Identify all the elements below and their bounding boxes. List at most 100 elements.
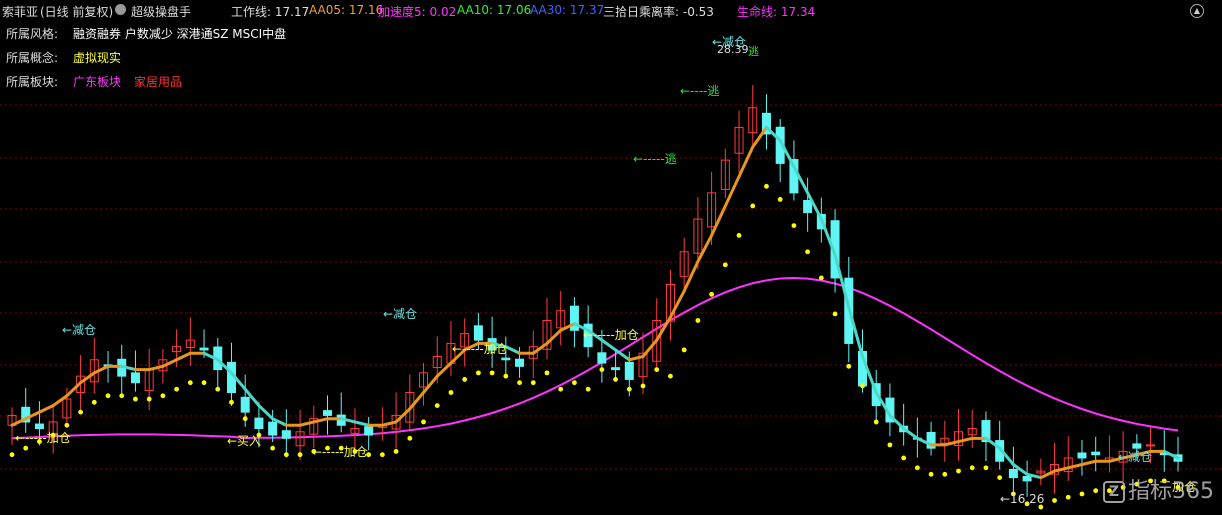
work-line-segment	[353, 420, 371, 427]
work-line-segment	[147, 364, 165, 372]
support-dot	[174, 386, 180, 392]
support-dot	[997, 475, 1003, 480]
support-dot	[585, 386, 591, 392]
support-dot	[860, 383, 865, 389]
candle-body	[803, 200, 813, 213]
support-dot	[1079, 491, 1085, 497]
work-line-segment	[902, 427, 919, 440]
support-dot	[421, 419, 426, 425]
work-line-segment	[79, 371, 96, 385]
annotation-escape: ←----逃	[680, 84, 720, 98]
work-line-segment	[298, 420, 316, 427]
period-label[interactable]: (日线 前复权)	[40, 3, 113, 20]
candle-body	[611, 367, 621, 371]
work-line-segment	[175, 351, 192, 362]
support-dot	[832, 311, 838, 317]
indicator-name[interactable]: 超级操盘手	[131, 3, 191, 20]
work-line-segment	[37, 404, 55, 414]
support-dot	[91, 399, 97, 405]
annotation-add: ←-----加仓	[312, 445, 368, 459]
support-dot	[750, 203, 756, 209]
support-dot	[133, 396, 138, 402]
annotation-add: ←-----加仓	[15, 431, 71, 445]
work-line-segment	[422, 374, 439, 395]
support-dot	[517, 380, 522, 386]
support-dot	[654, 367, 660, 372]
support-dot	[764, 183, 769, 189]
support-dot	[270, 445, 276, 451]
candle-body	[281, 430, 291, 439]
header-item-life-line: 生命线: 17.34	[737, 5, 816, 19]
support-dot	[23, 445, 29, 451]
info-label: 所属板块:	[6, 75, 59, 89]
support-dot	[914, 465, 920, 471]
work-line-segment	[627, 355, 645, 362]
support-dot	[379, 452, 385, 458]
support-dot	[544, 370, 550, 376]
support-dot	[640, 383, 646, 389]
support-dot	[434, 403, 440, 408]
info-value[interactable]: 融资融券 户数减少 深港通SZ MSCI中盘	[73, 25, 286, 42]
candle-body	[624, 361, 634, 380]
candle-body	[34, 423, 44, 430]
candle-body	[473, 325, 483, 341]
support-dot	[229, 399, 234, 405]
support-dot	[530, 380, 536, 386]
life-line	[11, 276, 1179, 440]
candle-body	[364, 426, 374, 436]
work-line-segment	[65, 381, 83, 398]
info-value[interactable]: 家居用品	[134, 73, 182, 90]
work-line-segment	[641, 338, 659, 359]
work-line-segment	[1053, 466, 1070, 473]
info-value[interactable]: 虚拟现实	[73, 49, 121, 66]
chevron-up-icon[interactable]: ▲	[1190, 4, 1204, 18]
support-dot	[969, 465, 975, 471]
support-dot	[681, 347, 687, 353]
support-dot	[1093, 488, 1099, 494]
candle-body	[1077, 452, 1087, 459]
work-line-segment	[1080, 459, 1098, 467]
settings-circle-icon[interactable]	[115, 4, 126, 15]
candle-body	[597, 352, 607, 364]
support-dot	[846, 363, 852, 369]
support-dot	[407, 435, 413, 441]
kline-chart[interactable]	[0, 0, 1222, 515]
support-dot	[105, 393, 111, 399]
annotation-reduce: ←减仓	[1118, 450, 1153, 464]
support-dot	[476, 370, 481, 376]
info-value[interactable]: 广东板块	[73, 73, 121, 90]
candle-body	[515, 358, 525, 367]
work-line-segment	[531, 341, 549, 355]
support-dot	[9, 452, 15, 458]
annotation-escape: 逃	[748, 45, 759, 58]
support-dot	[722, 262, 728, 268]
candle-body	[130, 372, 140, 384]
candle-body	[1022, 475, 1032, 482]
support-dot	[668, 373, 673, 379]
header-item-aa10: AA10: 17.06	[457, 3, 532, 17]
work-line-segment	[710, 204, 727, 237]
support-dot	[873, 419, 879, 425]
support-dot	[393, 449, 399, 454]
work-line-segment	[696, 233, 714, 264]
info-label: 所属风格:	[6, 27, 59, 41]
work-line-segment	[957, 436, 974, 444]
support-dot	[572, 380, 577, 386]
header-item-aa30: AA30: 17.37	[530, 3, 605, 17]
stock-name[interactable]: 索菲亚	[2, 3, 38, 20]
work-line-segment	[92, 364, 110, 375]
annotation-high-price: 28.39	[717, 43, 749, 56]
support-dot	[201, 380, 207, 386]
logo-mark: Z	[1103, 481, 1125, 503]
support-dot	[695, 318, 701, 323]
kline-chart-panel[interactable]: 索菲亚 (日线 前复权) 超级操盘手 工作线: 17.17 AA05: 17.1…	[0, 0, 1222, 515]
support-dot	[160, 393, 166, 399]
support-dot	[558, 386, 564, 392]
candle-body	[1008, 468, 1018, 479]
support-dot	[805, 249, 811, 255]
candle-body	[268, 421, 278, 436]
support-dot	[736, 233, 742, 238]
candle-body	[199, 347, 209, 351]
support-dot	[448, 390, 454, 395]
header-item-deviation: 三拾日乘离率: -0.53	[603, 5, 714, 19]
